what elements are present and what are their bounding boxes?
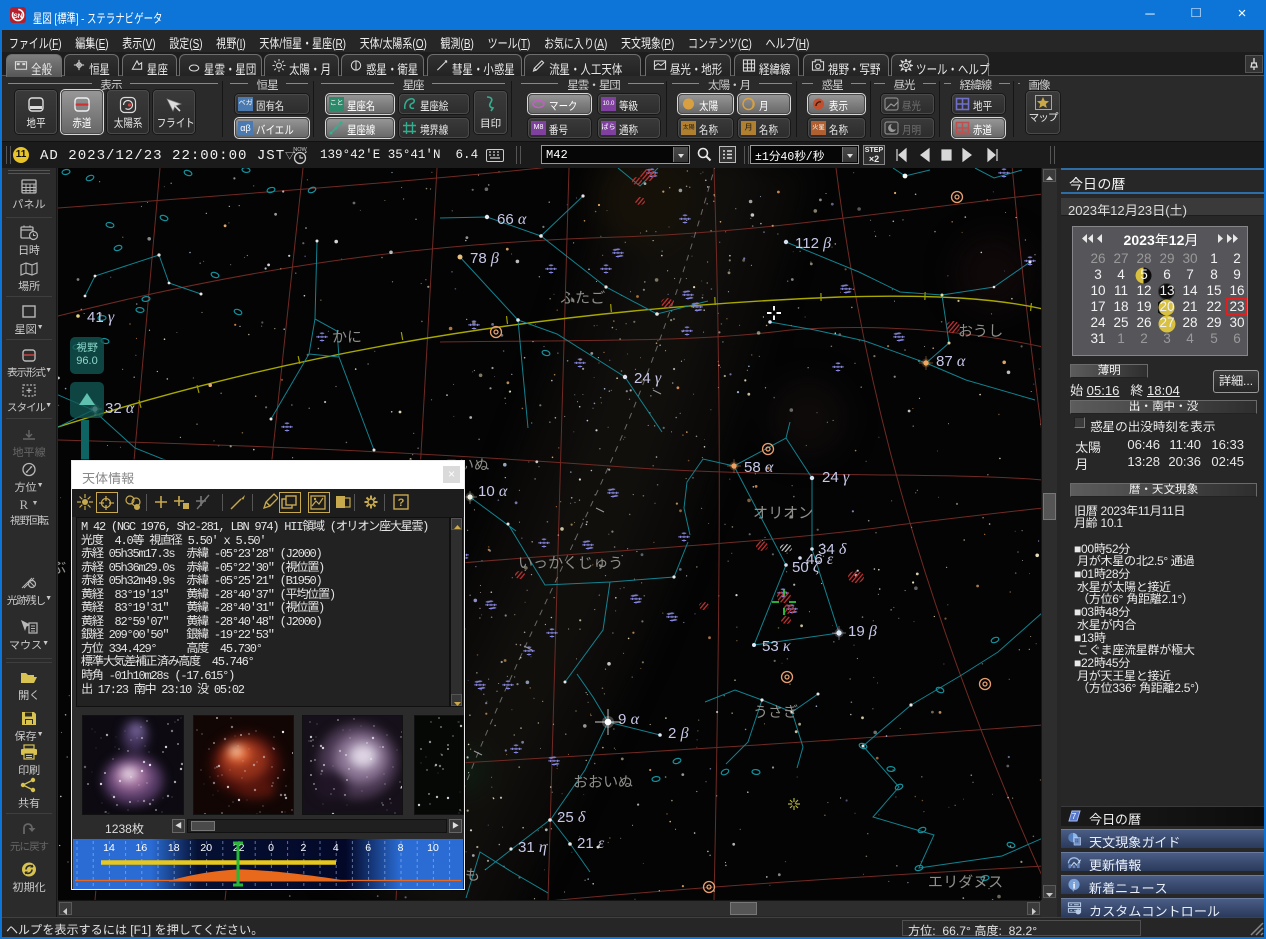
svg-text:14: 14 [103, 842, 115, 854]
svg-text:19 β: 19 β [848, 623, 877, 640]
svg-text:おうし: おうし [958, 323, 1003, 340]
svg-text:2: 2 [300, 842, 306, 854]
svg-text:66 α: 66 α [497, 211, 527, 228]
svg-text:ぶ: ぶ [58, 559, 66, 577]
svg-text:うさぎ: うさぎ [753, 704, 798, 721]
svg-text:112 β: 112 β [795, 235, 831, 252]
svg-text:6: 6 [365, 842, 371, 854]
svg-text:24 γ: 24 γ [822, 469, 850, 486]
svg-text:ふたご: ふたご [560, 290, 605, 307]
svg-text:8: 8 [398, 842, 404, 854]
svg-text:エリダヌス: エリダヌス [928, 874, 1003, 891]
svg-text:41 γ: 41 γ [87, 309, 115, 326]
svg-text:16: 16 [136, 842, 148, 854]
svg-text:21 ε: 21 ε [577, 835, 605, 852]
svg-text:18: 18 [168, 842, 180, 854]
svg-text:9 α: 9 α [618, 711, 640, 728]
svg-text:31 η: 31 η [518, 839, 547, 856]
svg-text:10: 10 [427, 842, 439, 854]
svg-text:おおいぬ: おおいぬ [573, 774, 633, 791]
svg-text:10 α: 10 α [478, 483, 508, 500]
svg-text:53 κ: 53 κ [762, 638, 791, 655]
svg-text:78 β: 78 β [470, 250, 499, 267]
svg-text:4: 4 [333, 842, 339, 854]
svg-text:2 β: 2 β [668, 725, 689, 742]
svg-text:7: 7 [1072, 812, 1077, 821]
svg-text:87 α: 87 α [936, 353, 966, 370]
svg-text:25 δ: 25 δ [557, 809, 586, 826]
svg-text:24 γ: 24 γ [634, 370, 662, 387]
svg-text:オリオン: オリオン [753, 505, 813, 522]
svg-text:20: 20 [200, 842, 212, 854]
svg-text:?: ? [398, 497, 405, 509]
svg-text:58 α: 58 α [744, 459, 774, 476]
svg-text:32 α: 32 α [105, 400, 135, 417]
svg-text:いっかくじゅう: いっかくじゅう [518, 555, 623, 572]
svg-text:50 ζ: 50 ζ [792, 559, 821, 576]
svg-text:SN: SN [13, 13, 22, 20]
svg-text:0: 0 [268, 842, 274, 854]
svg-text:i: i [1073, 881, 1076, 891]
svg-text:かに: かに [332, 329, 362, 346]
